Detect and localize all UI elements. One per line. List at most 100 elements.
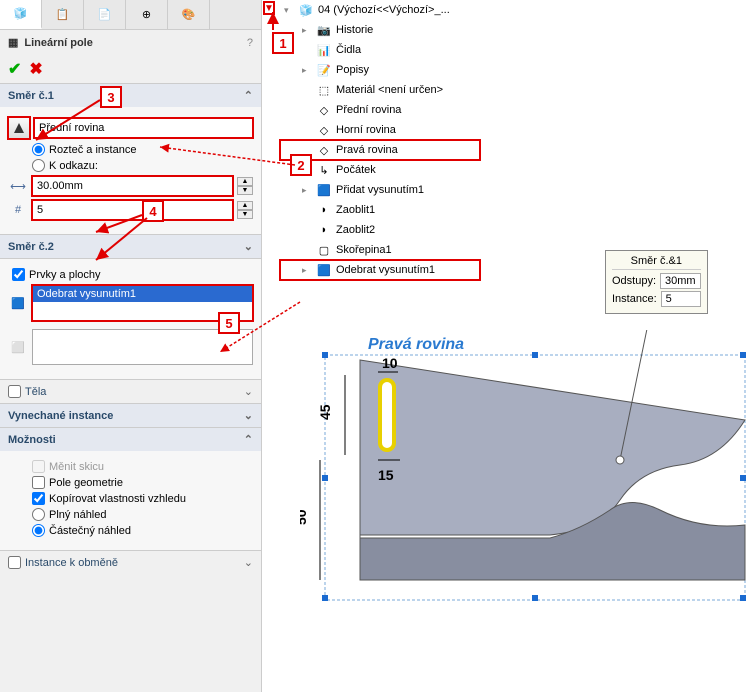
section-direction-2: Směr č.2 ⌄ [0,234,261,258]
flyout-tree-toggle[interactable]: ▼ [264,2,274,14]
spacing-input[interactable] [32,176,233,196]
callout-1: 1 [272,32,294,54]
tree-history[interactable]: ▸📷Historie [280,20,480,40]
section-header-options[interactable]: Možnosti ⌃ [0,428,261,451]
chevron-down-icon: ⌄ [244,409,253,422]
cancel-button[interactable]: ✖ [29,59,42,79]
callout-spacing-label: Odstupy: [612,275,656,287]
tab-properties[interactable]: 📄 [84,0,126,29]
callout-5: 5 [218,312,240,334]
callout-count-input[interactable] [661,291,701,307]
section-header-dir2[interactable]: Směr č.2 ⌄ [0,235,261,258]
graphics-viewport[interactable]: Pravá rovina 10 15 45 50 [300,330,750,620]
material-icon: ⬚ [316,84,332,97]
cube-icon: 🧊 [14,7,28,20]
help-button[interactable]: ? [247,37,253,49]
callout-4: 4 [142,200,164,222]
ok-button[interactable]: ✔ [8,59,21,79]
chevron-down-icon: ⌄ [244,240,253,253]
tab-appearance[interactable]: 🎨 [168,0,210,29]
tree-front-plane[interactable]: ◇Přední rovina [280,100,480,120]
property-panel: 🧊 📋 📄 ⊕ 🎨 ▦ Lineární pole ? ✔ ✖ Směr č.1… [0,0,262,692]
palette-icon: 🎨 [182,8,196,21]
chevron-down-icon: ⌄ [244,556,253,569]
callout-count-label: Instance: [612,293,657,305]
callout-3: 3 [100,86,122,108]
tree-fillet1[interactable]: ◗Zaoblit1 [280,200,480,220]
plane-icon: ◇ [316,124,332,137]
radio-pitch-label: Rozteč a instance [49,144,136,156]
shell-icon: ▢ [316,244,332,257]
check-instances-vary[interactable] [8,556,21,569]
section-title: Možnosti [8,434,56,446]
section-title: Vynechané instance [8,410,113,422]
check-features-faces[interactable] [12,268,25,281]
spacing-icon: ⟷ [8,180,28,193]
tree-shell1[interactable]: ▢Skořepina1 [280,240,480,260]
feature-title-row: ▦ Lineární pole ? [0,30,261,55]
reverse-direction-button[interactable] [8,117,30,139]
dim-10: 10 [382,355,398,371]
count-input[interactable] [32,200,233,220]
section-header-instances-vary[interactable]: Instance k obměně ⌄ [0,551,261,574]
label-geom-pattern: Pole geometrie [49,477,123,489]
count-spinner[interactable]: ▲▼ [237,201,253,219]
section-instances-vary: Instance k obměně ⌄ [0,550,261,574]
annotation-icon: 📝 [316,64,332,77]
sheet-icon: 📄 [98,8,112,21]
pattern-callout-box[interactable]: Směr č.&1 Odstupy: Instance: [605,250,708,314]
section-header-bodies[interactable]: Těla ⌄ [0,380,261,403]
tree-sensors[interactable]: 📊Čidla [280,40,480,60]
section-header-dir1[interactable]: Směr č.1 ⌃ [0,84,261,107]
part-render: 10 15 45 50 [300,330,750,620]
section-title: Instance k obměně [25,557,118,569]
confirm-row: ✔ ✖ [0,55,261,83]
triangle-down-icon: ▼ [264,3,274,14]
tree-material[interactable]: ⬚Materiál <není určen> [280,80,480,100]
tab-design-tree[interactable]: 📋 [42,0,84,29]
radio-ref-label: K odkazu: [49,160,98,172]
feature-box-icon: 🟦 [8,297,28,310]
check-geom-pattern[interactable] [32,476,45,489]
check-vary-sketch [32,460,45,473]
origin-icon: ↳ [316,164,332,177]
tree-extrude1[interactable]: ▸🟦Přidat vysunutím1 [280,180,480,200]
fillet-icon: ◗ [316,204,332,216]
label-vary-sketch: Měnit skicu [49,461,104,473]
dim-45: 45 [317,404,333,420]
section-header-skipped[interactable]: Vynechané instance ⌄ [0,404,261,427]
section-title: Těla [25,386,46,398]
count-icon: # [8,204,28,216]
tree-cut-extrude1[interactable]: ▸🟦Odebrat vysunutím1 [280,260,480,280]
tab-config[interactable]: ⊕ [126,0,168,29]
radio-partial-preview[interactable] [32,524,45,537]
part-icon: 🧊 [298,4,314,17]
direction-input[interactable] [34,118,253,138]
label-partial-preview: Částečný náhled [49,525,131,537]
radio-full-preview[interactable] [32,508,45,521]
tab-feature[interactable]: 🧊 [0,0,42,29]
section-title: Směr č.2 [8,241,54,253]
tree-fillet2[interactable]: ◗Zaoblit2 [280,220,480,240]
radio-to-reference[interactable] [32,159,45,172]
feature-tree: ▾🧊04 (Výchozí<<Výchozí>_... ▸📷Historie 📊… [280,0,480,280]
callout-spacing-input[interactable] [660,273,701,289]
plane-icon: ◇ [316,104,332,117]
chevron-down-icon: ⌄ [244,385,253,398]
check-copy-visual[interactable] [32,492,45,505]
section-skipped: Vynechané instance ⌄ [0,403,261,427]
check-bodies[interactable] [8,385,21,398]
faces-listbox[interactable] [32,329,253,365]
tree-top-plane[interactable]: ◇Horní rovina [280,120,480,140]
callout-title: Směr č.&1 [612,255,701,270]
label-full-preview: Plný náhled [49,509,107,521]
section-options: Možnosti ⌃ Měnit skicu Pole geometrie Ko… [0,427,261,550]
extrude-icon: 🟦 [316,184,332,197]
radio-pitch-instance[interactable] [32,143,45,156]
selected-feature[interactable]: Odebrat vysunutím1 [33,286,252,302]
chevron-up-icon: ⌃ [244,433,253,446]
dim-50: 50 [300,509,309,525]
tree-root[interactable]: ▾🧊04 (Výchozí<<Výchozí>_... [280,0,480,20]
spacing-spinner[interactable]: ▲▼ [237,177,253,195]
tree-annotations[interactable]: ▸📝Popisy [280,60,480,80]
